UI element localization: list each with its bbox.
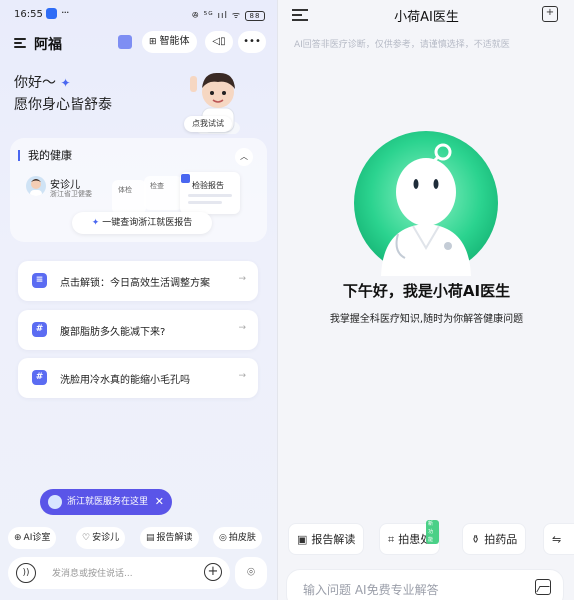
- plus-circle-icon: ⊕: [14, 533, 22, 543]
- xiaohe-robot-illustration: [354, 131, 498, 276]
- patient-avatar: [26, 176, 46, 196]
- quick-ai-clinic-button[interactable]: ⊕ AI诊室: [8, 527, 57, 549]
- voice-icon[interactable]: )): [16, 563, 36, 583]
- suggestion-item[interactable]: # 腹部脂肪多久能减下来? →: [18, 310, 258, 350]
- app-title: 阿福: [34, 37, 62, 53]
- hash-icon: #: [32, 322, 47, 337]
- more-icon: ⇋: [552, 533, 562, 546]
- heart-icon: ♡: [82, 533, 91, 543]
- sparkle-icon: ✦: [60, 76, 71, 90]
- zhejiang-service-text: 浙江就医服务在这里: [67, 497, 149, 507]
- suggestion-item[interactable]: ≡ 点击解锁：今日高效生活调整方案 →: [18, 261, 258, 301]
- patient-org: 浙江省卫健委: [50, 190, 92, 198]
- left-top-bar: 阿福 ⊞ 智能体 ◁▯ •••: [0, 30, 277, 58]
- report-card-lab-label: 检验报告: [192, 181, 224, 190]
- quick-label: 安诊儿: [92, 533, 120, 543]
- suggestion-text: 腹部脂肪多久能减下来?: [60, 327, 166, 338]
- question-input[interactable]: 输入问题 AI免费专业解答: [286, 569, 564, 600]
- quick-report-button[interactable]: ▤ 报告解读: [140, 527, 199, 549]
- agent-label: 智能体: [159, 36, 190, 47]
- suggestion-text: 点击解锁：今日高效生活调整方案: [60, 278, 210, 289]
- quick-label: AI诊室: [23, 533, 51, 543]
- status-time: 16:55: [14, 9, 43, 20]
- greeting: 你好～ ✦: [14, 72, 71, 92]
- document-icon: ≡: [32, 273, 47, 288]
- more-features-button[interactable]: ⇋: [543, 523, 574, 555]
- try-me-bubble[interactable]: 点我试试: [184, 116, 232, 132]
- quick-label: 拍皮肤: [228, 533, 256, 543]
- input-placeholder: 发消息或按住说话...: [52, 569, 133, 579]
- battery-icon: 88: [245, 10, 265, 21]
- report-card-exam[interactable]: 检查: [144, 176, 182, 210]
- zhejiang-service-pill[interactable]: 浙江就医服务在这里 ✕: [40, 489, 172, 515]
- report-card-physical-label: 体检: [118, 186, 132, 194]
- quick-label: 拍药品: [484, 533, 518, 546]
- quick-label: 报告解读: [156, 533, 193, 543]
- voice-mode-icon[interactable]: ◁▯: [205, 31, 233, 53]
- greeting-title: 下午好，我是小荷AI医生: [342, 282, 511, 300]
- menu-icon[interactable]: [14, 38, 26, 48]
- plus-icon[interactable]: +: [204, 563, 222, 581]
- scan-icon: ⌗: [388, 533, 395, 546]
- new-feature-badge: 新功能: [426, 520, 440, 544]
- camera-icon: ◎: [219, 533, 227, 543]
- page-title: 小荷AI医生: [394, 10, 459, 25]
- chevron-up-icon[interactable]: ︿: [235, 148, 253, 166]
- status-icons: ꔮ ⁵ᴳ ııl ᯤ 88: [192, 8, 265, 21]
- camera-icon[interactable]: ⌾: [235, 557, 267, 589]
- agent-grid-icon: ⊞: [149, 37, 157, 47]
- report-icon: ▣: [297, 533, 308, 546]
- quick-anzhener-button[interactable]: ♡ 安诊儿: [76, 527, 126, 549]
- hash-icon: #: [32, 370, 47, 385]
- greeting-wish: 愿你身心皆舒泰: [14, 97, 112, 113]
- suggestion-item[interactable]: # 洗脸用冷水真的能缩小毛孔吗 →: [18, 358, 258, 398]
- message-input[interactable]: )) 发消息或按住说话... +: [8, 557, 230, 589]
- afu-app-panel: 16:55 ··· ꔮ ⁵ᴳ ııl ᯤ 88 阿福 ⊞ 智能体 ◁▯ ••• 你…: [0, 0, 277, 600]
- query-label: 一键查询浙江就医报告: [102, 218, 193, 228]
- assistant-avatar: [48, 495, 62, 509]
- photo-medicine-button[interactable]: ⚱ 拍药品: [462, 523, 527, 555]
- new-chat-icon[interactable]: +: [542, 6, 558, 22]
- app-notification-icon: [46, 8, 57, 19]
- image-upload-icon[interactable]: [535, 579, 551, 595]
- status-bar: 16:55 ··· ꔮ ⁵ᴳ ııl ᯤ 88: [0, 0, 277, 30]
- close-icon[interactable]: ✕: [155, 489, 164, 515]
- report-card-physical[interactable]: 体检: [112, 180, 146, 214]
- input-placeholder: 输入问题 AI免费专业解答: [303, 583, 439, 597]
- gift-icon[interactable]: [118, 35, 132, 49]
- arrow-right-icon: →: [238, 323, 246, 333]
- quick-label: 报告解读: [311, 533, 356, 546]
- pill-bottle-icon: ⚱: [471, 533, 481, 546]
- suggestion-text: 洗脸用冷水真的能缩小毛孔吗: [60, 375, 190, 386]
- xiaohe-app-panel: 小荷AI医生 + AI回答非医疗诊断，仅供参考，请谨慎选择，不适就医 下午好，我…: [277, 0, 574, 600]
- more-options-icon[interactable]: •••: [238, 31, 266, 53]
- arrow-right-icon: →: [238, 371, 246, 381]
- photo-affected-area-button[interactable]: ⌗ 拍患处 新功能: [379, 520, 441, 555]
- report-line: [188, 194, 232, 197]
- sparkle-icon: ✦: [91, 218, 100, 228]
- report-badge-icon: [181, 174, 190, 183]
- health-card-title: 我的健康: [18, 150, 72, 161]
- status-more-icon: ···: [61, 6, 69, 19]
- query-zhejiang-report-button[interactable]: ✦ 一键查询浙江就医报告: [72, 212, 212, 234]
- arrow-right-icon: →: [238, 274, 246, 284]
- agent-button[interactable]: ⊞ 智能体: [142, 31, 197, 53]
- signal-icons: ꔮ ⁵ᴳ ııl ᯤ: [191, 11, 242, 21]
- greeting-subtitle: 我掌握全科医疗知识,随时为你解答健康问题: [329, 314, 524, 325]
- quick-skin-button[interactable]: ◎ 拍皮肤: [213, 527, 262, 549]
- report-card-exam-label: 检查: [150, 182, 164, 190]
- report-interpret-button[interactable]: ▣ 报告解读: [288, 523, 365, 555]
- disclaimer: AI回答非医疗诊断，仅供参考，请谨慎选择，不适就医: [294, 40, 510, 50]
- report-line: [188, 201, 222, 204]
- report-icon: ▤: [146, 533, 155, 543]
- greeting-text: 你好～: [14, 75, 56, 91]
